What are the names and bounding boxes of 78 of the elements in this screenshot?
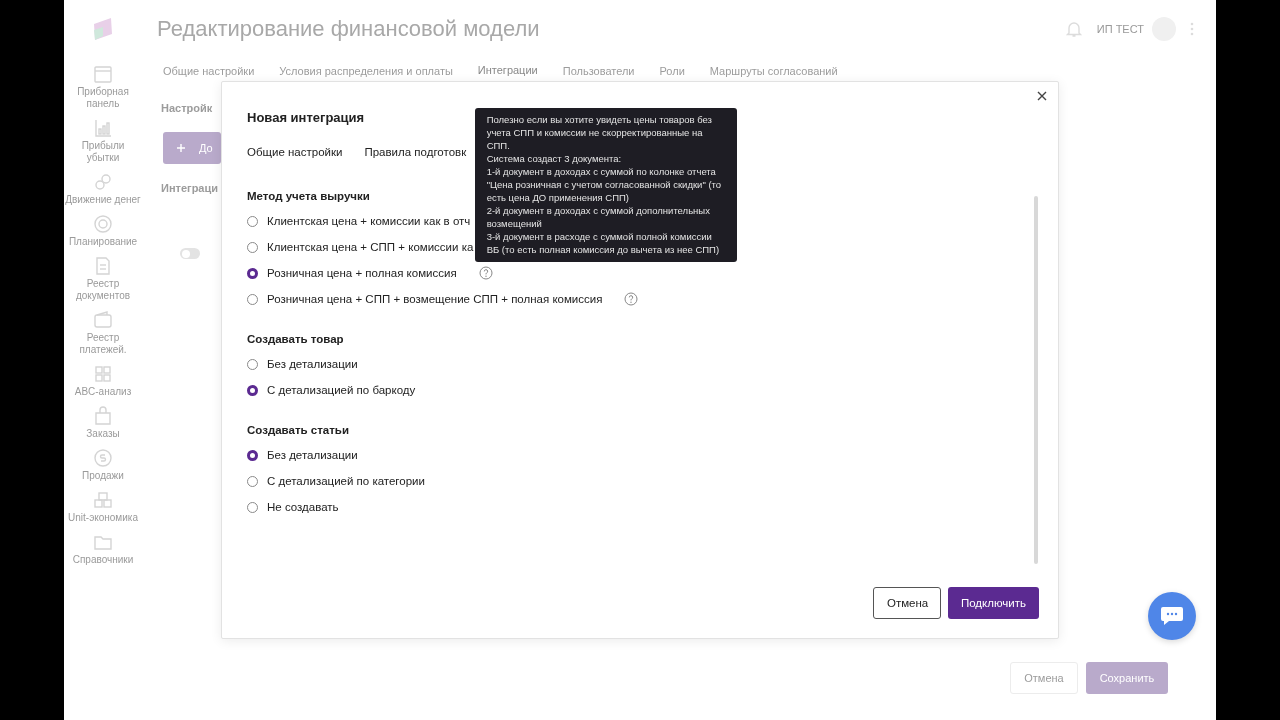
page-title: Редактирование финансовой модели — [157, 16, 540, 42]
save-button[interactable]: Сохранить — [1086, 662, 1168, 694]
grid-icon — [93, 364, 113, 384]
sidebar-item[interactable]: Прибыли убытки — [65, 118, 141, 164]
section-title: Настройк — [161, 102, 213, 114]
user-name[interactable]: ИП ТЕСТ — [1096, 23, 1144, 35]
integrations-title: Интеграци — [161, 182, 218, 194]
group-title: Создавать статьи — [247, 424, 349, 436]
bag-icon — [93, 406, 113, 426]
option-label[interactable]: Розничная цена + полная комиссия — [267, 267, 457, 279]
option-label[interactable]: Клиентская цена + комиссии как в отч — [267, 215, 471, 227]
document-icon — [93, 256, 113, 276]
sidebar-item[interactable]: Заказы — [65, 406, 141, 440]
option-label[interactable]: Розничная цена + СПП + возмещение СПП + полная комиссия — [267, 293, 603, 305]
bar-chart-icon — [93, 118, 113, 138]
group-title: Создавать товар — [247, 333, 344, 345]
connect-button[interactable]: Подключить — [947, 587, 1039, 619]
boxes-icon — [93, 490, 113, 510]
tooltip-text: 1-й документ в доходах с суммой по колонке отчета "Цена розничная с учетом согласованной скидки" (то есть цена ДО применения СПП) — [486, 165, 723, 204]
sidebar-label: Движение денег — [65, 194, 141, 206]
tooltip-text: Полезно если вы хотите увидеть цены товаров без учета СПП и комиссии не скорректированные на СПП. — [486, 113, 713, 152]
wallet-icon — [93, 310, 113, 330]
sidebar-item[interactable]: Unit-экономика — [65, 490, 141, 524]
group-title: Метод учета выручки — [247, 190, 370, 202]
sidebar-label: Справочники — [72, 554, 134, 566]
sidebar-label: Прибыли убытки — [80, 140, 126, 164]
sidebar-item[interactable]: Справочники — [65, 532, 141, 566]
option-label[interactable]: Без детализации — [267, 449, 358, 461]
sidebar-item[interactable]: ABC-анализ — [65, 364, 141, 398]
sidebar-item[interactable]: Движение денег — [65, 172, 141, 206]
help-icon[interactable] — [624, 292, 639, 306]
close-icon[interactable] — [1037, 91, 1047, 101]
chat-button[interactable] — [1148, 592, 1196, 640]
sidebar-label: Приборная панель — [76, 86, 130, 110]
scrollbar[interactable] — [1034, 196, 1038, 564]
radio-button[interactable] — [247, 267, 258, 279]
sidebar-label: Продажи — [82, 470, 124, 482]
add-button[interactable]: До — [163, 132, 221, 164]
cancel-button[interactable]: Отмена — [1010, 662, 1078, 694]
option-label[interactable]: Без детализации — [267, 358, 358, 370]
sidebar-item[interactable]: Реестр платежей. — [65, 310, 141, 356]
target-icon — [93, 214, 113, 234]
sidebar-label: Реестр платежей. — [78, 332, 128, 356]
option-label[interactable]: С детализацией по категории — [267, 475, 425, 487]
radio-button[interactable] — [247, 384, 258, 396]
cancel-button[interactable]: Отмена — [872, 587, 941, 619]
sidebar-label: Unit-экономика — [68, 512, 138, 524]
chat-icon — [1160, 605, 1184, 627]
modal-title: Новая интеграция — [247, 110, 365, 125]
tooltip-text: 2-й документ в доходах с суммой дополнительных возмещений — [486, 204, 711, 230]
settings-tab[interactable]: Роли — [659, 58, 685, 84]
settings-tab[interactable]: Условия распределения и оплаты — [279, 58, 453, 84]
sidebar-label: Реестр документов — [74, 278, 132, 302]
tooltip-text: 3-й документ в расходе с суммой полной комиссии ВБ (то есть полная комиссия до вычета из нее СПП) — [486, 230, 721, 256]
sidebar-label: ABC-анализ — [74, 386, 132, 398]
sidebar-item[interactable]: Реестр документов — [65, 256, 141, 302]
tooltip-text: Система создаст 3 документа: — [486, 152, 623, 165]
option-label[interactable]: Клиентская цена + СПП + комиссии ка — [267, 241, 474, 253]
settings-tab[interactable]: Маршруты согласований — [709, 58, 838, 84]
dollar-circle-icon — [93, 448, 113, 468]
modal-tab[interactable]: Общие настройки — [247, 146, 343, 158]
sidebar-label: Планирование — [68, 236, 138, 248]
option-label[interactable]: С детализацией по баркоду — [267, 384, 416, 396]
settings-tab[interactable]: Пользователи — [562, 58, 635, 84]
coins-icon — [93, 172, 113, 192]
plus-icon — [177, 144, 185, 152]
help-icon[interactable] — [478, 266, 493, 280]
sidebar-item[interactable]: Приборная панель — [65, 64, 141, 110]
sidebar-label: Заказы — [86, 428, 120, 440]
option-label[interactable]: Не создавать — [267, 501, 339, 513]
sidebar-item[interactable]: Планирование — [65, 214, 141, 248]
logo-icon — [91, 16, 115, 42]
calendar-icon — [93, 64, 113, 84]
sidebar-item[interactable]: Продажи — [65, 448, 141, 482]
toggle-switch[interactable] — [180, 248, 200, 259]
radio-button[interactable] — [247, 449, 258, 461]
settings-tab[interactable]: Общие настройки — [163, 58, 255, 84]
modal-tab[interactable]: Правила подготовк — [364, 146, 467, 158]
